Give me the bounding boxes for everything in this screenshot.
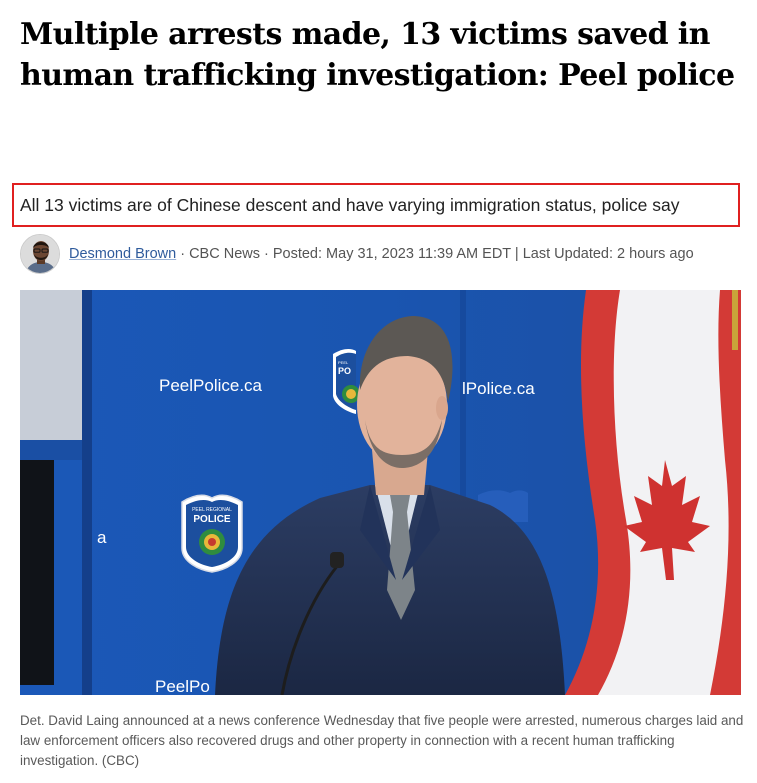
deck: All 13 victims are of Chinese descent an… — [20, 195, 680, 215]
badge-top-text: PEEL REGIONAL — [192, 507, 232, 513]
photo-caption: Det. David Laing announced at a news con… — [20, 713, 744, 768]
press-conference-image: PeelPolice.ca lPolice.ca PeelPo a PEEL R… — [20, 290, 741, 695]
backdrop-text-bottom: PeelPo — [155, 677, 210, 695]
backdrop-text-right: lPolice.ca — [462, 379, 535, 398]
byline-meta: · CBC News · Posted: May 31, 2023 11:39 … — [176, 246, 694, 262]
byline-text: Desmond Brown · CBC News · Posted: May 3… — [69, 246, 694, 262]
author-link[interactable]: Desmond Brown — [69, 246, 176, 262]
headline: Multiple arrests made, 13 victims saved … — [20, 17, 735, 93]
badge-small-main-text: PO — [338, 366, 351, 376]
article-photo: PeelPolice.ca lPolice.ca PeelPo a PEEL R… — [20, 290, 741, 695]
badge-main-text: POLICE — [193, 514, 231, 525]
badge-small-top-text: PEEL — [338, 360, 349, 365]
backdrop-edge-letter: a — [97, 528, 107, 547]
author-avatar[interactable] — [20, 234, 60, 274]
backdrop-text-left: PeelPolice.ca — [159, 376, 263, 395]
byline: Desmond Brown · CBC News · Posted: May 3… — [20, 234, 740, 274]
police-badge-icon: PEEL REGIONAL POLICE — [181, 494, 243, 573]
canadian-flag — [565, 290, 741, 695]
